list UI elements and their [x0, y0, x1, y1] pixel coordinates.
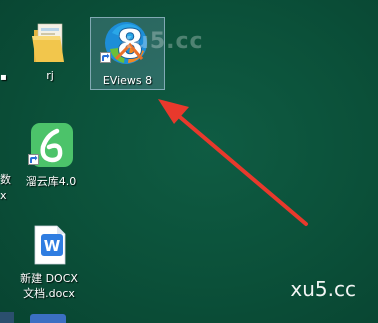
docx-file[interactable]: W 新建 DOCX 文档.docx: [12, 225, 86, 301]
liuyunku-shortcut[interactable]: 溜云库4.0: [16, 121, 86, 189]
wps-document-icon: W: [34, 225, 66, 265]
corner-site-text: xu5.cc: [290, 277, 356, 301]
shortcut-arrow-icon: [100, 52, 111, 63]
shortcut-arrow-icon: [28, 154, 39, 165]
folder-rj[interactable]: rj: [22, 20, 78, 83]
bottom-mid-fragment: [30, 314, 66, 323]
watermark-text: xu5.cc: [118, 29, 204, 54]
folder-icon: [32, 23, 64, 62]
bottom-left-fragment: [0, 312, 14, 323]
edge-fragment-dot: ▪: [0, 72, 7, 83]
docx-file-label-line1: 新建 DOCX: [20, 272, 78, 285]
eviews-8-label: EViews 8: [102, 74, 153, 87]
edge-fragment-text-1: 数: [0, 173, 11, 186]
edge-fragment-text-2: x: [0, 189, 7, 202]
folder-rj-label: rj: [46, 69, 54, 82]
svg-text:W: W: [44, 237, 61, 255]
docx-file-label-line2: 文档.docx: [23, 287, 75, 300]
liuyunku-label: 溜云库4.0: [25, 175, 77, 188]
